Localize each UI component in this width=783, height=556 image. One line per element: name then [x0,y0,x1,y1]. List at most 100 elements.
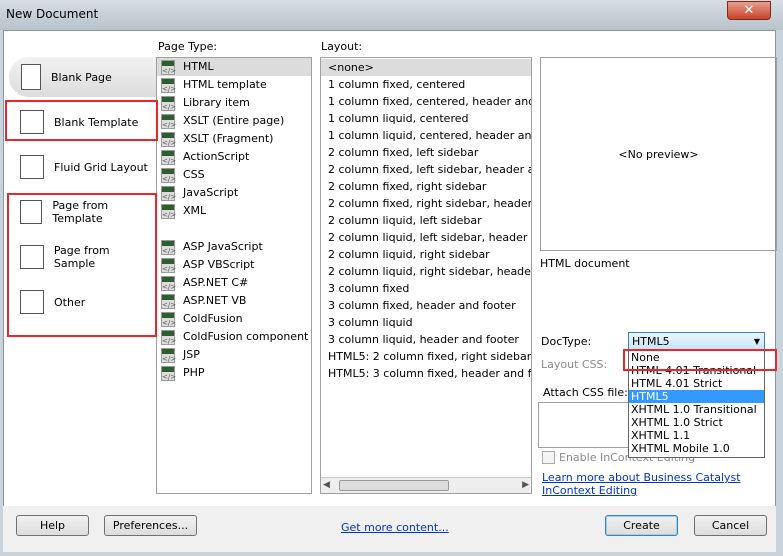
get-more-content-link[interactable]: Get more content... [341,521,449,534]
layout-item[interactable]: HTML5: 2 column fixed, right sidebar, he… [321,348,531,365]
layout-item[interactable]: 1 column fixed, centered, header and foo… [321,93,531,110]
page-type-item[interactable]: </> ASP.NET C# [157,274,311,292]
layout-item[interactable]: 2 column liquid, right sidebar, header a… [321,263,531,280]
learn-more-link-2[interactable]: InContext Editing [542,484,637,497]
page-type-label: ActionScript [183,150,250,163]
doctype-label: DocType: [541,335,592,348]
file-icon: </> [161,257,176,273]
page-type-label: HTML [183,60,214,73]
page-type-item[interactable]: </> ActionScript [157,148,311,166]
page-type-item[interactable]: </> ASP.NET VB [157,292,311,310]
layout-item[interactable]: 2 column liquid, right sidebar [321,246,531,263]
scroll-right-icon[interactable]: ▶ [522,480,529,490]
file-icon: </> [161,329,176,345]
layout-item[interactable]: 2 column fixed, right sidebar, header an… [321,195,531,212]
layout-item[interactable]: 2 column fixed, left sidebar, header and… [321,161,531,178]
preferences-button[interactable]: Preferences... [104,515,197,536]
file-icon: </> [161,59,176,75]
help-button[interactable]: Help [16,515,89,536]
layout-item[interactable]: 3 column liquid, header and footer [321,331,531,348]
page-type-item[interactable]: </> HTML template [157,76,311,94]
incontext-checkbox[interactable] [542,451,555,464]
doctype-value: HTML5 [632,335,670,348]
doctype-option[interactable]: XHTML 1.1 [629,429,764,442]
learn-more-link[interactable]: Learn more about Business Catalyst [542,471,741,484]
page-type-item[interactable]: </> XSLT (Entire page) [157,112,311,130]
category-label: Blank Page [51,70,112,84]
page-type-label: ColdFusion [183,312,243,325]
page-type-item[interactable]: </> JavaScript [157,184,311,202]
category-label: Fluid Grid Layout [54,160,148,174]
scroll-left-icon[interactable]: ◀ [323,480,330,490]
layout-item[interactable]: 3 column liquid [321,314,531,331]
layout-item[interactable]: 2 column fixed, left sidebar [321,144,531,161]
doctype-option[interactable]: HTML5 [629,390,764,403]
page-type-item[interactable]: </> Library item [157,94,311,112]
page-type-label: XSLT (Fragment) [183,132,274,145]
title-bar [0,0,783,30]
horizontal-scrollbar[interactable]: ◀ ▶ [321,477,531,493]
page-type-item [157,220,311,238]
page-type-label: ColdFusion component [183,330,309,343]
cancel-button[interactable]: Cancel [694,515,767,536]
layout-item[interactable]: 2 column liquid, left sidebar, header an… [321,229,531,246]
page-type-item[interactable]: </> ASP JavaScript [157,238,311,256]
category-fluid-grid[interactable]: Fluid Grid Layout [8,147,154,187]
page-type-label: ASP.NET C# [183,276,249,289]
fluid-grid-icon [20,155,44,179]
layout-item[interactable]: 2 column liquid, left sidebar [321,212,531,229]
page-type-label: Library item [183,96,250,109]
layout-label: Layout: [321,40,363,53]
layout-item[interactable]: 3 column fixed, header and footer [321,297,531,314]
file-icon: </> [161,311,176,327]
page-type-label: ASP JavaScript [183,240,263,253]
annotation-box [5,100,158,141]
annotation-box [7,193,157,337]
layout-item[interactable]: <none> [321,59,531,76]
doctype-option[interactable]: HTML 4.01 Strict [629,377,764,390]
page-type-label: Page Type: [158,40,218,53]
category-blank-page[interactable]: Blank Page [9,57,159,97]
page-type-label: ASP VBScript [183,258,255,271]
page-type-label: XSLT (Entire page) [183,114,285,127]
preview-box: <No preview> [540,57,777,251]
page-type-label: CSS [183,168,205,181]
layout-item[interactable]: HTML5: 3 column fixed, header and footer [321,365,531,382]
chevron-down-icon: ▼ [753,337,760,346]
preview-description: HTML document [540,257,630,270]
layout-item[interactable]: 3 column fixed [321,280,531,297]
file-icon: </> [161,113,176,129]
page-type-item[interactable]: </> PHP [157,364,311,382]
layout-list[interactable]: <none> 1 column fixed, centered 1 column f… [320,57,532,494]
file-icon: </> [161,185,176,201]
doctype-option[interactable]: XHTML 1.0 Strict [629,416,764,429]
page-type-item[interactable]: </> ColdFusion component [157,328,311,346]
window-title: New Document [6,7,99,21]
page-type-list[interactable]: </> HTML </> HTML template </> Library item </… [156,57,312,494]
page-type-item[interactable]: </> JSP [157,346,311,364]
layout-item[interactable]: 2 column fixed, right sidebar [321,178,531,195]
attach-css-label: Attach CSS file: [543,386,628,399]
page-type-label: ASP.NET VB [183,294,247,307]
page-type-item[interactable]: </> ColdFusion [157,310,311,328]
layout-item[interactable]: 1 column liquid, centered, header and fo… [321,127,531,144]
doctype-option[interactable]: XHTML 1.0 Transitional [629,403,764,416]
layout-item[interactable]: 1 column fixed, centered [321,76,531,93]
attach-css-list[interactable] [538,402,638,448]
scrollbar-thumb[interactable] [339,480,449,491]
page-type-label: HTML template [183,78,267,91]
doctype-option[interactable]: XHTML Mobile 1.0 [629,442,764,455]
file-icon: </> [161,95,176,111]
page-type-item[interactable]: </> CSS [157,166,311,184]
page-type-item[interactable]: </> HTML [157,58,311,76]
close-button[interactable]: ✕ [727,1,771,20]
page-type-item[interactable]: </> XSLT (Fragment) [157,130,311,148]
page-type-item[interactable]: </> XML [157,202,311,220]
layout-item[interactable]: 1 column liquid, centered [321,110,531,127]
file-icon: </> [161,77,176,93]
file-icon: </> [161,149,176,165]
page-type-item[interactable]: </> ASP VBScript [157,256,311,274]
file-icon: </> [161,131,176,147]
create-button[interactable]: Create [605,515,678,536]
file-icon: </> [161,275,176,291]
